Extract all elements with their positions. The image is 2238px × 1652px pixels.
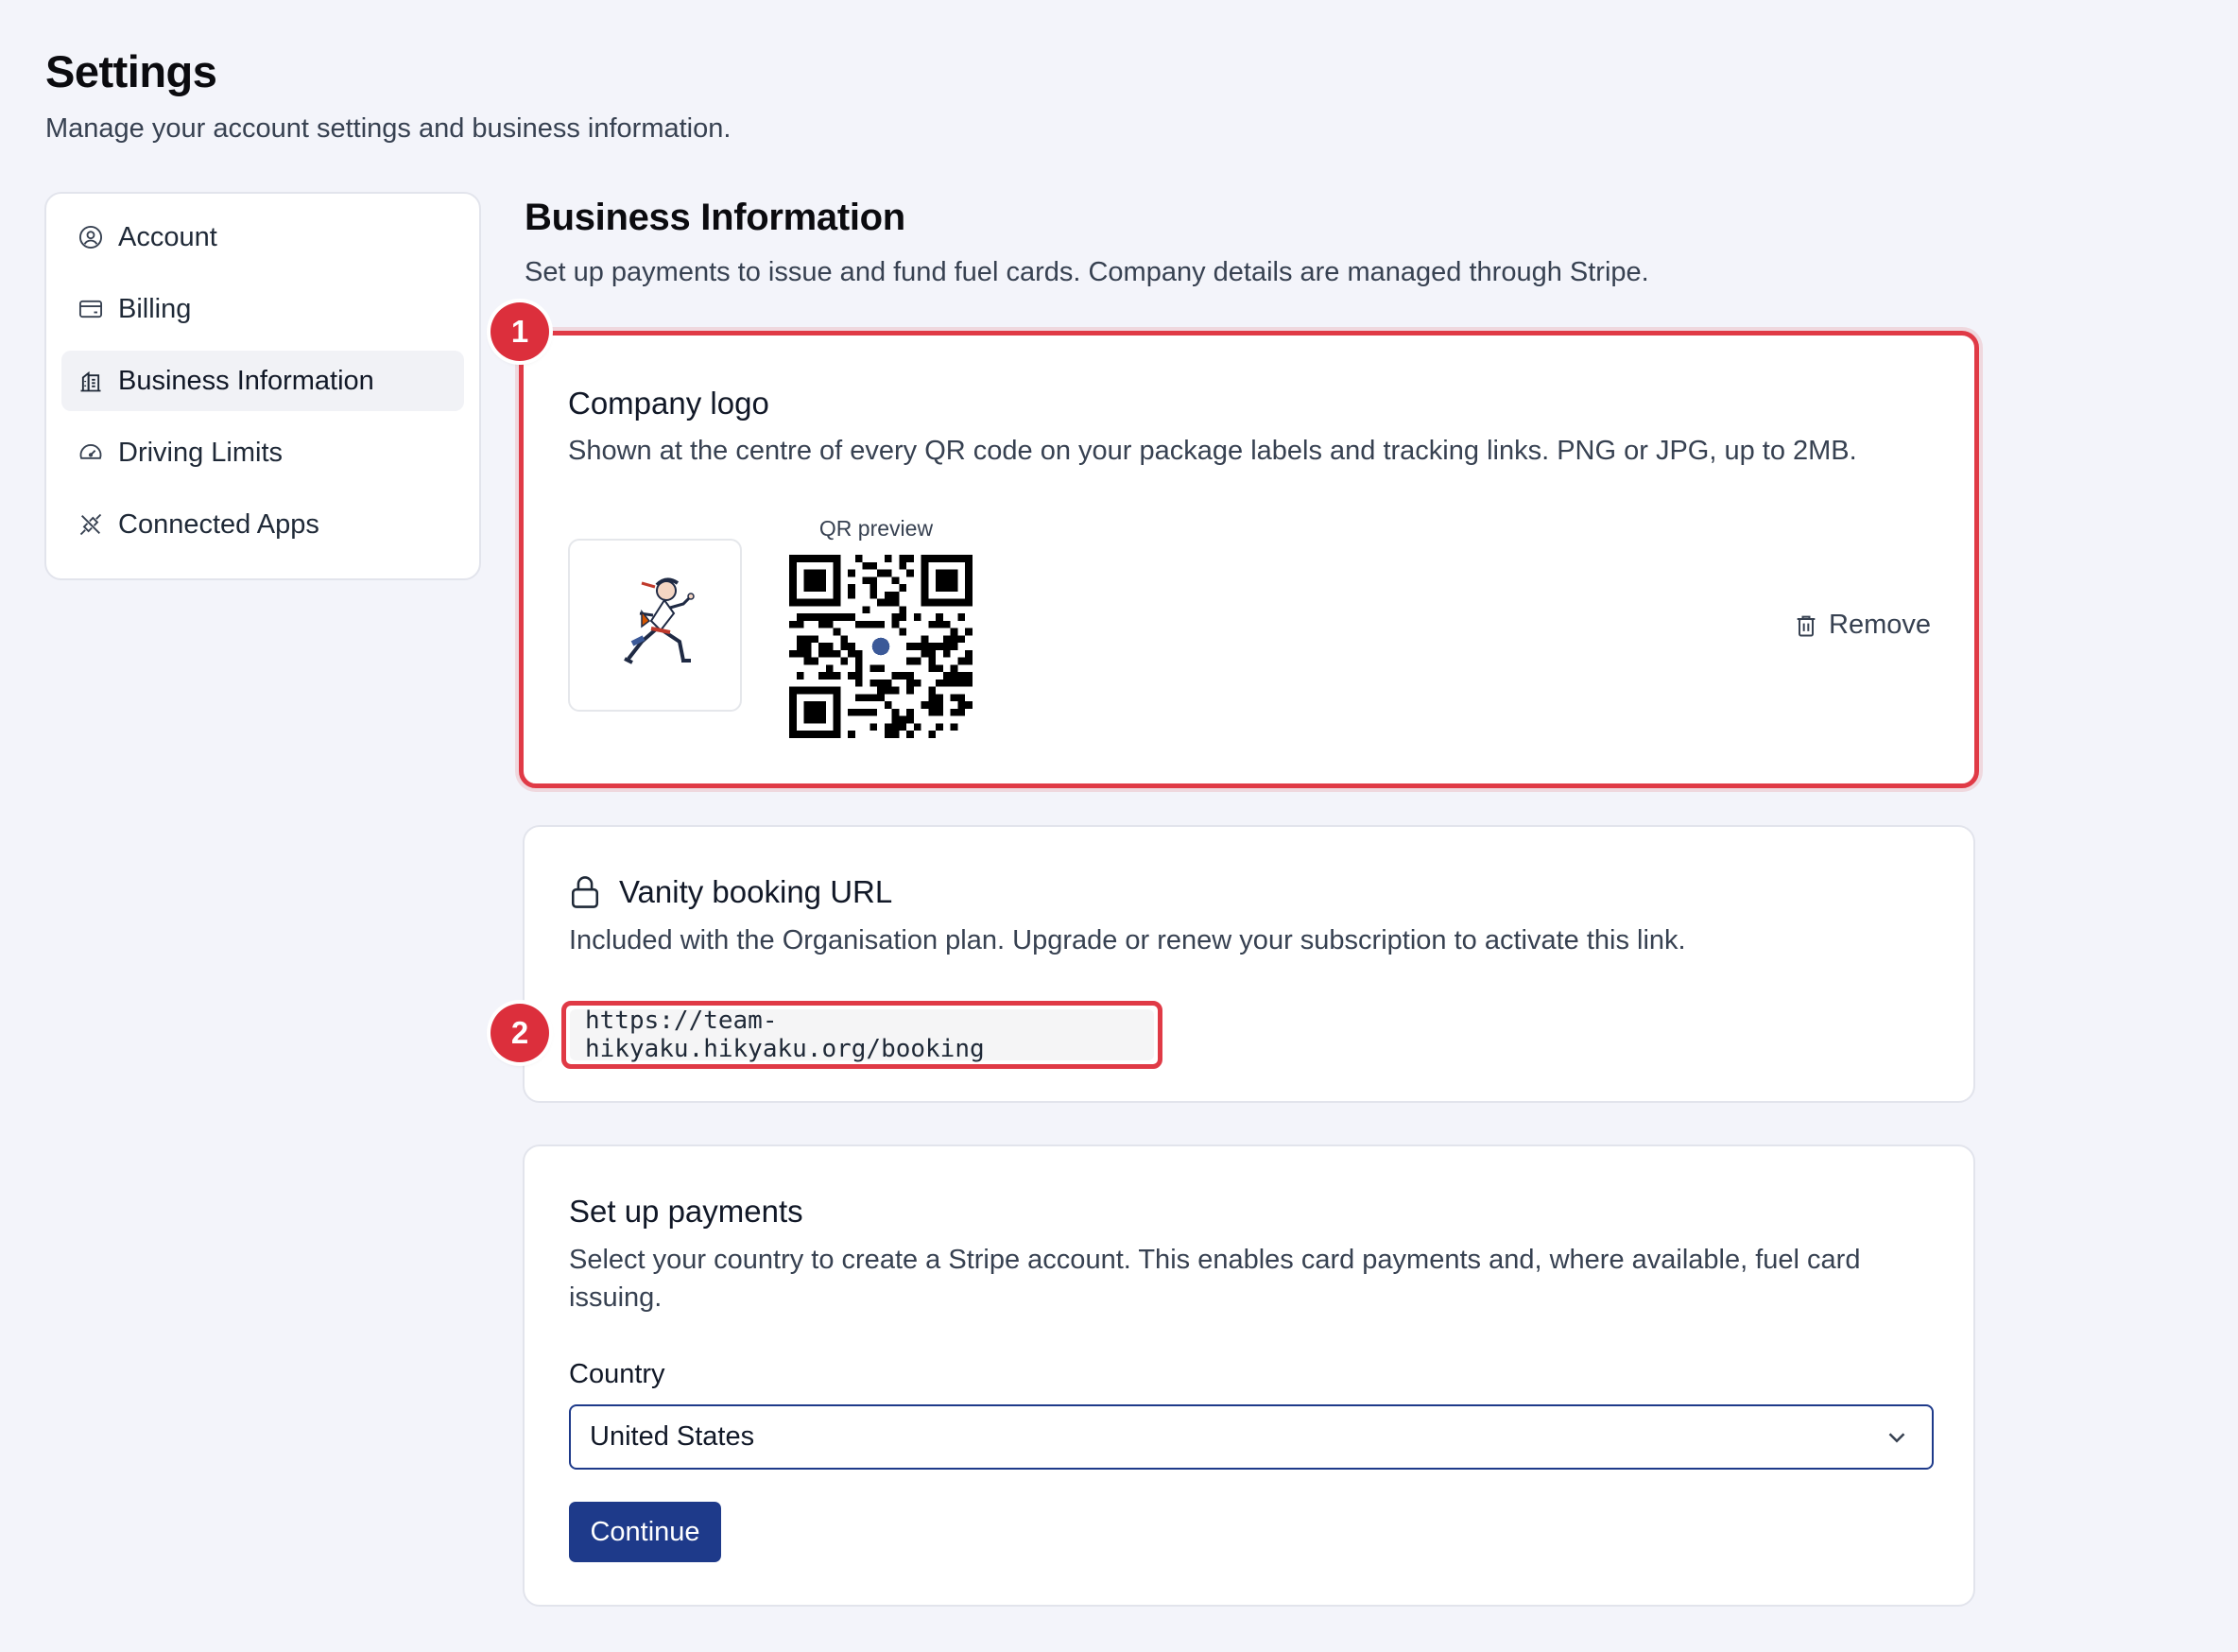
sidebar-item-connected-apps[interactable]: Connected Apps <box>61 494 464 555</box>
runner-logo-image <box>624 577 695 664</box>
continue-button[interactable]: Continue <box>569 1502 721 1562</box>
qr-code-preview <box>789 555 973 738</box>
country-select-value: United States <box>590 1421 755 1452</box>
vanity-url-card: Vanity booking URL Included with the Org… <box>523 825 1975 1103</box>
country-label: Country <box>569 1359 665 1389</box>
user-circle-icon <box>77 223 105 251</box>
company-logo-card: Company logo Shown at the centre of ever… <box>519 331 1979 788</box>
sidebar-item-account[interactable]: Account <box>61 207 464 267</box>
qr-preview-label: QR preview <box>818 516 934 541</box>
sidebar-item-label: Business Information <box>118 365 374 396</box>
vanity-url-value: https://team-hikyaku.hikyaku.org/booking <box>570 1007 1154 1063</box>
sidebar-item-driving-limits[interactable]: Driving Limits <box>61 422 464 483</box>
page-title: Settings <box>45 46 217 96</box>
country-select[interactable]: United States <box>569 1404 1934 1470</box>
sidebar-item-label: Billing <box>118 293 192 324</box>
sidebar-item-billing[interactable]: Billing <box>61 279 464 339</box>
payments-description: Select your country to create a Stripe a… <box>569 1245 1861 1313</box>
sidebar-item-business-information[interactable]: Business Information <box>61 351 464 411</box>
chevron-down-icon <box>1888 1433 1905 1443</box>
page-subtitle: Manage your account settings and busines… <box>45 113 732 144</box>
annotation-badge-2: 2 <box>491 1004 549 1062</box>
section-title: Business Information <box>525 197 905 238</box>
sidebar-item-label: Connected Apps <box>118 508 319 540</box>
settings-sidebar: Account Billing Business Information Dri… <box>44 192 481 580</box>
company-logo-preview[interactable] <box>568 539 742 712</box>
sidebar-item-label: Driving Limits <box>118 437 284 468</box>
trash-icon <box>1797 615 1816 636</box>
sidebar-item-label: Account <box>118 221 217 252</box>
annotation-badge-1: 1 <box>491 302 549 361</box>
payments-card: Set up payments Select your country to c… <box>523 1144 1975 1607</box>
vanity-url-field[interactable]: https://team-hikyaku.hikyaku.org/booking <box>561 1001 1162 1069</box>
lock-icon <box>569 874 601 910</box>
building-icon <box>77 367 105 395</box>
remove-logo-button[interactable]: Remove <box>1793 610 1931 641</box>
settings-page: Settings Manage your account settings an… <box>0 0 2238 1652</box>
plug-icon <box>77 510 105 539</box>
payments-title: Set up payments <box>569 1194 803 1229</box>
remove-label: Remove <box>1829 610 1931 640</box>
gauge-icon <box>77 439 105 467</box>
company-logo-title: Company logo <box>568 386 769 421</box>
vanity-url-description: Included with the Organisation plan. Upg… <box>569 925 1686 955</box>
credit-card-icon <box>77 295 105 323</box>
section-subtitle: Set up payments to issue and fund fuel c… <box>525 257 1649 287</box>
vanity-url-title: Vanity booking URL <box>619 874 893 909</box>
company-logo-description: Shown at the centre of every QR code on … <box>568 436 1857 466</box>
